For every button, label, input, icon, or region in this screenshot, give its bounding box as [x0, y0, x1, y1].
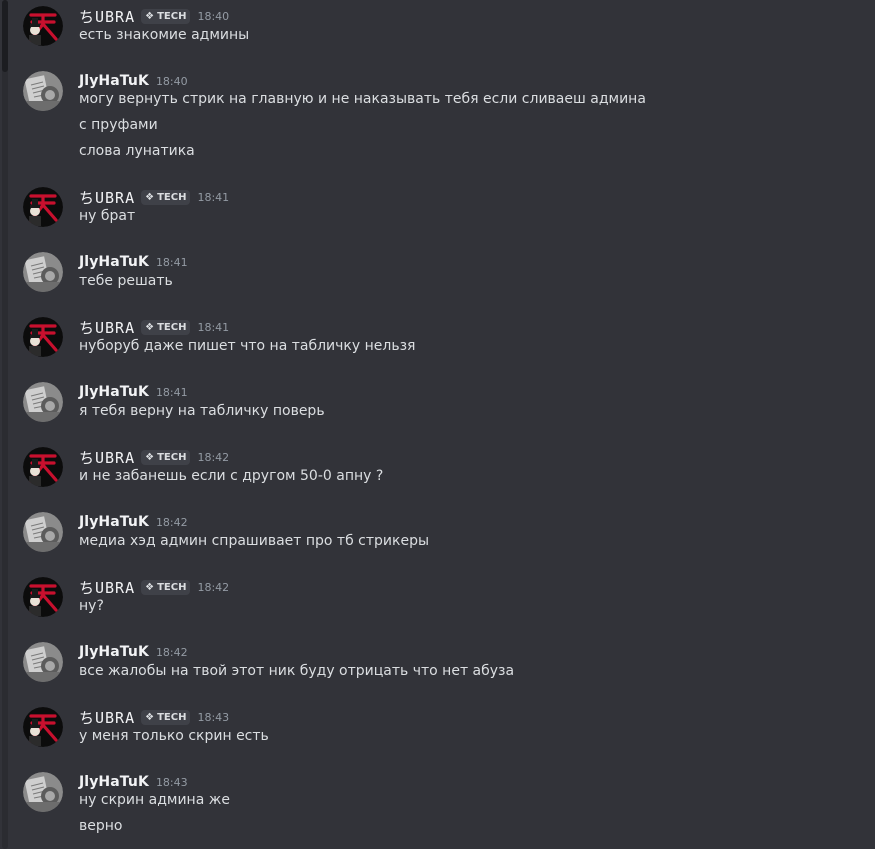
message-group: ちUBRA ❖ TECH 18:43 у меня только скрин есть — [0, 707, 875, 767]
message-header: JlyHaTuK 18:41 — [79, 382, 188, 402]
message-text: верно — [79, 818, 123, 834]
message-text: медиа хэд админ спрашивает про тб стрике… — [79, 533, 430, 549]
username[interactable]: JlyHaTuK — [79, 384, 149, 400]
clan-tag-badge[interactable]: ❖ TECH — [141, 319, 191, 335]
message-text: все жалобы на твой этот ник буду отрицат… — [79, 663, 515, 679]
clan-tag-label: TECH — [157, 321, 187, 333]
avatar[interactable] — [23, 187, 63, 227]
avatar[interactable] — [23, 512, 63, 552]
clan-tag-badge[interactable]: ❖ TECH — [141, 8, 191, 24]
message-group: ちUBRA ❖ TECH 18:42 ну? — [0, 577, 875, 637]
username[interactable]: ちUBRA — [79, 577, 135, 598]
message-group: JlyHaTuK 18:42 все жалобы на твой этот ник… — [0, 642, 875, 702]
diamond-icon: ❖ — [145, 581, 155, 593]
clan-tag-label: TECH — [157, 451, 187, 463]
timestamp[interactable]: 18:41 — [156, 386, 188, 399]
timestamp[interactable]: 18:43 — [197, 711, 229, 724]
diamond-icon: ❖ — [145, 191, 155, 203]
username[interactable]: ちUBRA — [79, 447, 135, 468]
message-group: ちUBRA ❖ TECH 18:40 есть знакомие админы — [0, 6, 875, 66]
timestamp[interactable]: 18:43 — [156, 776, 188, 789]
avatar[interactable] — [23, 577, 63, 617]
avatar[interactable] — [23, 642, 63, 682]
message-group: JlyHaTuK 18:41 тебе решать — [0, 252, 875, 312]
message-header: ちUBRA ❖ TECH 18:43 — [79, 707, 229, 727]
message-text: у меня только скрин есть — [79, 728, 269, 744]
timestamp[interactable]: 18:42 — [156, 646, 188, 659]
message-header: ちUBRA ❖ TECH 18:42 — [79, 447, 229, 467]
clan-tag-badge[interactable]: ❖ TECH — [141, 709, 191, 725]
clan-tag-label: TECH — [157, 581, 187, 593]
message-header: ちUBRA ❖ TECH 18:41 — [79, 317, 229, 337]
message-text: ну скрин админа же — [79, 792, 230, 808]
message-group: JlyHaTuK 18:42 медиа хэд админ спрашивает … — [0, 512, 875, 572]
message-text: тебе решать — [79, 273, 173, 289]
timestamp[interactable]: 18:42 — [156, 516, 188, 529]
message-header: JlyHaTuK 18:43 — [79, 772, 188, 792]
username[interactable]: JlyHaTuK — [79, 73, 149, 89]
message-group: ちUBRA ❖ TECH 18:41 ну брат — [0, 187, 875, 247]
message-text: и не забанешь если с другом 50-0 апну ? — [79, 468, 384, 484]
message-group: JlyHaTuK 18:43 ну скрин админа же верно — [0, 772, 875, 834]
avatar[interactable] — [23, 772, 63, 812]
message-header: JlyHaTuK 18:41 — [79, 252, 188, 272]
message-header: JlyHaTuK 18:42 — [79, 512, 188, 532]
timestamp[interactable]: 18:41 — [156, 256, 188, 269]
clan-tag-label: TECH — [157, 10, 187, 22]
avatar[interactable] — [23, 707, 63, 747]
username[interactable]: JlyHaTuK — [79, 774, 149, 790]
message-header: ちUBRA ❖ TECH 18:42 — [79, 577, 229, 597]
message-header: JlyHaTuK 18:42 — [79, 642, 188, 662]
message-group: ちUBRA ❖ TECH 18:42 и не забанешь если с друг… — [0, 447, 875, 507]
clan-tag-badge[interactable]: ❖ TECH — [141, 579, 191, 595]
clan-tag-badge[interactable]: ❖ TECH — [141, 189, 191, 205]
timestamp[interactable]: 18:41 — [197, 191, 229, 204]
message-text: есть знакомие админы — [79, 27, 250, 43]
avatar[interactable] — [23, 6, 63, 46]
diamond-icon: ❖ — [145, 10, 155, 22]
username[interactable]: JlyHaTuK — [79, 514, 149, 530]
clan-tag-label: TECH — [157, 711, 187, 723]
avatar[interactable] — [23, 317, 63, 357]
username[interactable]: ちUBRA — [79, 317, 135, 338]
diamond-icon: ❖ — [145, 451, 155, 463]
message-text: могу вернуть стрик на главную и не наказ… — [79, 91, 646, 107]
username[interactable]: JlyHaTuK — [79, 644, 149, 660]
message-text: нуборуб даже пишет что на табличку нельз… — [79, 338, 416, 354]
message-group: JlyHaTuK 18:41 я тебя верну на табличку по… — [0, 382, 875, 442]
chat-messages-panel[interactable]: ちUBRA ❖ TECH 18:40 есть знакомие админы JlyHa… — [0, 0, 875, 849]
avatar[interactable] — [23, 447, 63, 487]
message-header: ちUBRA ❖ TECH 18:40 — [79, 6, 229, 26]
diamond-icon: ❖ — [145, 321, 155, 333]
message-text: я тебя верну на табличку поверь — [79, 403, 325, 419]
message-text: с пруфами — [79, 117, 158, 133]
message-text: ну? — [79, 598, 104, 614]
timestamp[interactable]: 18:40 — [197, 10, 229, 23]
avatar[interactable] — [23, 382, 63, 422]
avatar[interactable] — [23, 252, 63, 292]
message-text: слова лунатика — [79, 143, 195, 159]
timestamp[interactable]: 18:40 — [156, 75, 188, 88]
username[interactable]: ちUBRA — [79, 187, 135, 208]
timestamp[interactable]: 18:42 — [197, 451, 229, 464]
message-group: ちUBRA ❖ TECH 18:41 нуборуб даже пишет что на… — [0, 317, 875, 377]
timestamp[interactable]: 18:42 — [197, 581, 229, 594]
username[interactable]: ちUBRA — [79, 707, 135, 728]
message-group: JlyHaTuK 18:40 могу вернуть стрик на главн… — [0, 71, 875, 159]
diamond-icon: ❖ — [145, 711, 155, 723]
username[interactable]: ちUBRA — [79, 6, 135, 27]
message-text: ну брат — [79, 208, 136, 224]
username[interactable]: JlyHaTuK — [79, 254, 149, 270]
timestamp[interactable]: 18:41 — [197, 321, 229, 334]
message-header: JlyHaTuK 18:40 — [79, 71, 188, 91]
clan-tag-label: TECH — [157, 191, 187, 203]
clan-tag-badge[interactable]: ❖ TECH — [141, 449, 191, 465]
message-header: ちUBRA ❖ TECH 18:41 — [79, 187, 229, 207]
avatar[interactable] — [23, 71, 63, 111]
